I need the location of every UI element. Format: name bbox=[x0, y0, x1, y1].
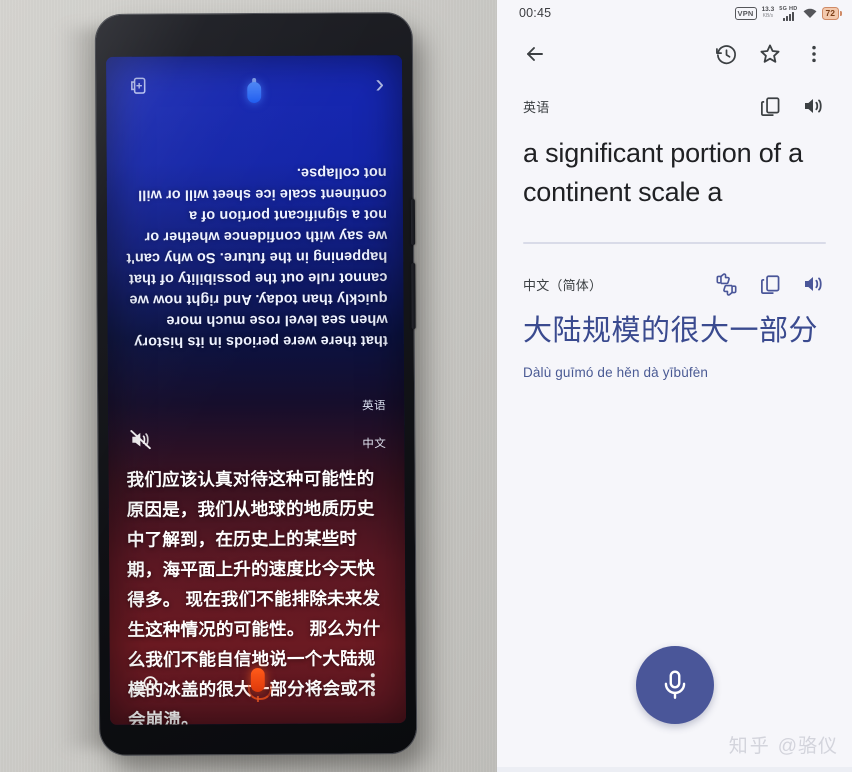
source-lang-label[interactable]: 英语 bbox=[523, 97, 549, 116]
mic-icon[interactable] bbox=[247, 667, 272, 704]
assistant-mic-indicator bbox=[245, 77, 263, 104]
network-speed-indicator: 13.3 KB/s bbox=[762, 6, 775, 20]
volume-off-icon[interactable] bbox=[128, 429, 154, 451]
more-vertical-icon[interactable] bbox=[370, 673, 376, 701]
phone-photo-pane: › that there were periods in its history… bbox=[0, 0, 497, 772]
status-bar: 00:45 VPN 13.3 KB/s 5G HD 72 bbox=[497, 0, 852, 26]
copy-icon[interactable] bbox=[759, 273, 782, 296]
volume-up-icon[interactable] bbox=[802, 273, 826, 295]
pinyin-text: Dàlù guīmó de hěn dà yībùfèn bbox=[523, 365, 709, 380]
bottom-edge bbox=[497, 767, 852, 772]
phone-screen: › that there were periods in its history… bbox=[105, 55, 407, 725]
fullscreen-icon[interactable] bbox=[128, 75, 150, 97]
phone-source-lang-label: 英语 bbox=[362, 400, 387, 413]
translate-app-pane: 00:45 VPN 13.3 KB/s 5G HD 72 英语 a signif… bbox=[497, 0, 852, 772]
volume-up-icon[interactable] bbox=[802, 95, 826, 117]
more-vertical-icon[interactable] bbox=[792, 32, 836, 76]
target-actions bbox=[714, 272, 826, 296]
source-text[interactable]: a significant portion of a continent sca… bbox=[523, 126, 826, 216]
source-lang-row: 英语 bbox=[523, 86, 826, 126]
battery-level: 72 bbox=[821, 6, 839, 20]
phone-device: › that there were periods in its history… bbox=[95, 13, 417, 755]
target-lang-row: 中文（简体） bbox=[523, 264, 826, 304]
wifi-icon bbox=[803, 8, 817, 19]
vpn-icon: VPN bbox=[734, 6, 757, 20]
mic-fab-button[interactable] bbox=[635, 646, 714, 724]
network-speed-unit: KB/s bbox=[762, 13, 774, 19]
history-icon[interactable] bbox=[704, 32, 748, 76]
mic-icon bbox=[658, 668, 692, 702]
history-keyboard-icon[interactable] bbox=[134, 675, 160, 699]
phone-english-transcript: that there were periods in its history w… bbox=[126, 164, 388, 350]
source-actions bbox=[759, 95, 826, 118]
app-toolbar bbox=[497, 26, 852, 82]
watermark: 知乎 @骆仪 bbox=[729, 731, 838, 758]
status-time: 00:45 bbox=[519, 6, 552, 20]
watermark-logo: 知乎 bbox=[728, 736, 771, 757]
phone-bottom-bar bbox=[110, 651, 406, 725]
signal-bars-icon: 5G HD bbox=[779, 6, 797, 21]
chevron-right-icon[interactable]: › bbox=[375, 68, 384, 98]
phone-top-row: › bbox=[106, 65, 402, 111]
screenshot-root: › that there were periods in its history… bbox=[0, 0, 852, 772]
target-lang-label[interactable]: 中文（简体） bbox=[523, 275, 602, 294]
watermark-handle: @骆仪 bbox=[777, 736, 838, 757]
thumbs-up-down-icon[interactable] bbox=[714, 272, 739, 296]
status-icon-group: VPN 13.3 KB/s 5G HD 72 bbox=[734, 6, 842, 21]
target-text[interactable]: 大陆规模的很大一部分 bbox=[523, 304, 826, 355]
back-arrow-icon[interactable] bbox=[513, 32, 557, 76]
star-outline-icon[interactable] bbox=[748, 32, 792, 76]
copy-icon[interactable] bbox=[759, 95, 782, 118]
target-section: 中文（简体） 大陆规模的很大一部分 Dàlù guīmó de hěn dà y… bbox=[497, 244, 852, 380]
volume-up-button bbox=[410, 199, 416, 246]
phone-target-lang-label: 中文 bbox=[362, 438, 387, 451]
battery-icon: 72 bbox=[821, 6, 842, 20]
volume-down-button bbox=[411, 263, 416, 330]
source-section: 英语 a significant portion of a continent … bbox=[497, 82, 852, 244]
